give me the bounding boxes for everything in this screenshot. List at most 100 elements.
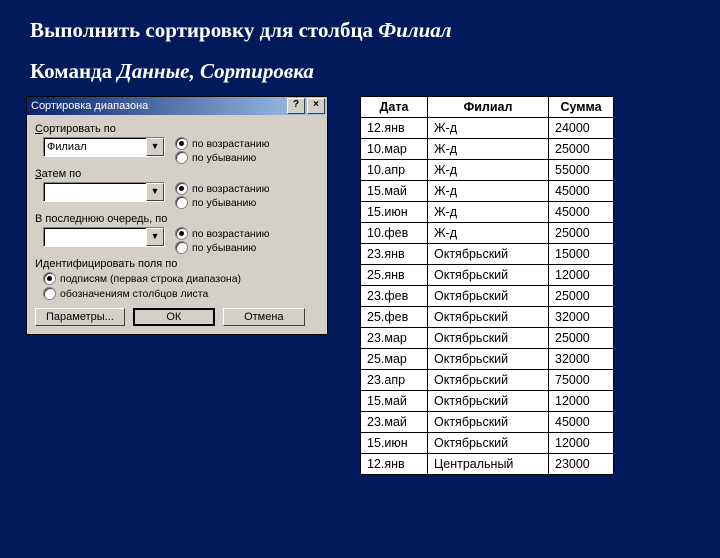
table-cell: 25000 bbox=[549, 328, 614, 349]
table-cell: 45000 bbox=[549, 412, 614, 433]
identify-columns-radio[interactable]: обозначениям столбцов листа bbox=[43, 287, 319, 300]
table-cell: 75000 bbox=[549, 370, 614, 391]
table-row: 25.февОктябрьский32000 bbox=[361, 307, 614, 328]
table-cell: 25000 bbox=[549, 223, 614, 244]
table-cell: 25.фев bbox=[361, 307, 428, 328]
table-cell: Ж-д bbox=[428, 160, 549, 181]
sort1-desc-radio[interactable]: по убыванию bbox=[175, 151, 269, 164]
table-cell: Ж-д bbox=[428, 202, 549, 223]
identify-headers-radio[interactable]: подписям (первая строка диапазона) bbox=[43, 272, 319, 285]
table-cell: Ж-д bbox=[428, 181, 549, 202]
table-row: 10.февЖ-д25000 bbox=[361, 223, 614, 244]
then-by-combo[interactable]: ▼ bbox=[43, 182, 165, 202]
sort-dialog: Сортировка диапазона ? × Сортировать по … bbox=[26, 96, 328, 335]
heading-2: Команда Данные, Сортировка bbox=[30, 59, 720, 84]
table-cell: 12000 bbox=[549, 265, 614, 286]
table-row: 23.марОктябрьский25000 bbox=[361, 328, 614, 349]
table-cell: Октябрьский bbox=[428, 433, 549, 454]
table-cell: 12000 bbox=[549, 433, 614, 454]
ok-button[interactable]: ОК bbox=[133, 308, 215, 326]
table-cell: Октябрьский bbox=[428, 328, 549, 349]
table-cell: Ж-д bbox=[428, 118, 549, 139]
table-cell: Октябрьский bbox=[428, 349, 549, 370]
sort2-desc-radio[interactable]: по убыванию bbox=[175, 196, 269, 209]
table-cell: 12.янв bbox=[361, 118, 428, 139]
table-row: 23.февОктябрьский25000 bbox=[361, 286, 614, 307]
sort-by-value: Филиал bbox=[44, 141, 146, 153]
help-button[interactable]: ? bbox=[287, 98, 305, 114]
table-cell: 15.май bbox=[361, 391, 428, 412]
table-cell: 15.июн bbox=[361, 433, 428, 454]
table-row: 23.янвОктябрьский15000 bbox=[361, 244, 614, 265]
dialog-title: Сортировка диапазона bbox=[31, 100, 285, 112]
table-cell: 32000 bbox=[549, 307, 614, 328]
sort-by-combo[interactable]: Филиал ▼ bbox=[43, 137, 165, 157]
options-button[interactable]: Параметры... bbox=[35, 308, 125, 326]
table-cell: 10.мар bbox=[361, 139, 428, 160]
table-row: 12.янвЦентральный23000 bbox=[361, 454, 614, 475]
table-row: 25.марОктябрьский32000 bbox=[361, 349, 614, 370]
table-cell: Октябрьский bbox=[428, 391, 549, 412]
table-cell: Центральный bbox=[428, 454, 549, 475]
table-cell: 55000 bbox=[549, 160, 614, 181]
sort3-asc-radio[interactable]: по возрастанию bbox=[175, 227, 269, 240]
table-cell: 23000 bbox=[549, 454, 614, 475]
col-date: Дата bbox=[361, 97, 428, 118]
table-row: 15.июнОктябрьский12000 bbox=[361, 433, 614, 454]
table-row: 15.майОктябрьский12000 bbox=[361, 391, 614, 412]
chevron-down-icon[interactable]: ▼ bbox=[146, 138, 164, 156]
table-cell: 15000 bbox=[549, 244, 614, 265]
table-cell: Ж-д bbox=[428, 139, 549, 160]
table-cell: Октябрьский bbox=[428, 244, 549, 265]
table-cell: Октябрьский bbox=[428, 286, 549, 307]
sort2-asc-radio[interactable]: по возрастанию bbox=[175, 182, 269, 195]
table-row: 23.майОктябрьский45000 bbox=[361, 412, 614, 433]
table-row: 15.майЖ-д45000 bbox=[361, 181, 614, 202]
table-row: 25.янвОктябрьский12000 bbox=[361, 265, 614, 286]
table-cell: 25000 bbox=[549, 139, 614, 160]
table-cell: 23.апр bbox=[361, 370, 428, 391]
col-branch: Филиал bbox=[428, 97, 549, 118]
table-row: 12.янвЖ-д24000 bbox=[361, 118, 614, 139]
table-cell: 25.янв bbox=[361, 265, 428, 286]
table-cell: 12.янв bbox=[361, 454, 428, 475]
table-cell: Октябрьский bbox=[428, 412, 549, 433]
identify-label: Идентифицировать поля по bbox=[35, 258, 319, 270]
last-by-label: В последнюю очередь, по bbox=[35, 213, 319, 225]
then-by-label: Затем по bbox=[35, 168, 319, 180]
table-cell: 25.мар bbox=[361, 349, 428, 370]
table-cell: 23.янв bbox=[361, 244, 428, 265]
chevron-down-icon[interactable]: ▼ bbox=[146, 183, 164, 201]
close-button[interactable]: × bbox=[307, 98, 325, 114]
cancel-button[interactable]: Отмена bbox=[223, 308, 305, 326]
table-cell: 23.мар bbox=[361, 328, 428, 349]
dialog-titlebar[interactable]: Сортировка диапазона ? × bbox=[27, 97, 327, 115]
table-cell: 12000 bbox=[549, 391, 614, 412]
table-cell: 10.апр bbox=[361, 160, 428, 181]
heading-1: Выполнить сортировку для столбца Филиал bbox=[30, 18, 720, 43]
sort1-asc-radio[interactable]: по возрастанию bbox=[175, 137, 269, 150]
table-cell: 45000 bbox=[549, 202, 614, 223]
table-cell: 45000 bbox=[549, 181, 614, 202]
table-cell: 15.май bbox=[361, 181, 428, 202]
table-cell: 23.фев bbox=[361, 286, 428, 307]
table-cell: 24000 bbox=[549, 118, 614, 139]
chevron-down-icon[interactable]: ▼ bbox=[146, 228, 164, 246]
table-row: 10.апрЖ-д55000 bbox=[361, 160, 614, 181]
table-cell: 23.май bbox=[361, 412, 428, 433]
table-cell: Октябрьский bbox=[428, 307, 549, 328]
table-row: 15.июнЖ-д45000 bbox=[361, 202, 614, 223]
table-cell: Ж-д bbox=[428, 223, 549, 244]
last-by-combo[interactable]: ▼ bbox=[43, 227, 165, 247]
table-header-row: Дата Филиал Сумма bbox=[361, 97, 614, 118]
table-cell: 32000 bbox=[549, 349, 614, 370]
sort3-desc-radio[interactable]: по убыванию bbox=[175, 241, 269, 254]
sort-by-label: Сортировать по bbox=[35, 123, 319, 135]
table-cell: Октябрьский bbox=[428, 265, 549, 286]
result-table: Дата Филиал Сумма 12.янвЖ-д2400010.марЖ-… bbox=[360, 96, 614, 475]
table-row: 10.марЖ-д25000 bbox=[361, 139, 614, 160]
table-cell: 25000 bbox=[549, 286, 614, 307]
table-cell: Октябрьский bbox=[428, 370, 549, 391]
col-sum: Сумма bbox=[549, 97, 614, 118]
table-row: 23.апрОктябрьский75000 bbox=[361, 370, 614, 391]
